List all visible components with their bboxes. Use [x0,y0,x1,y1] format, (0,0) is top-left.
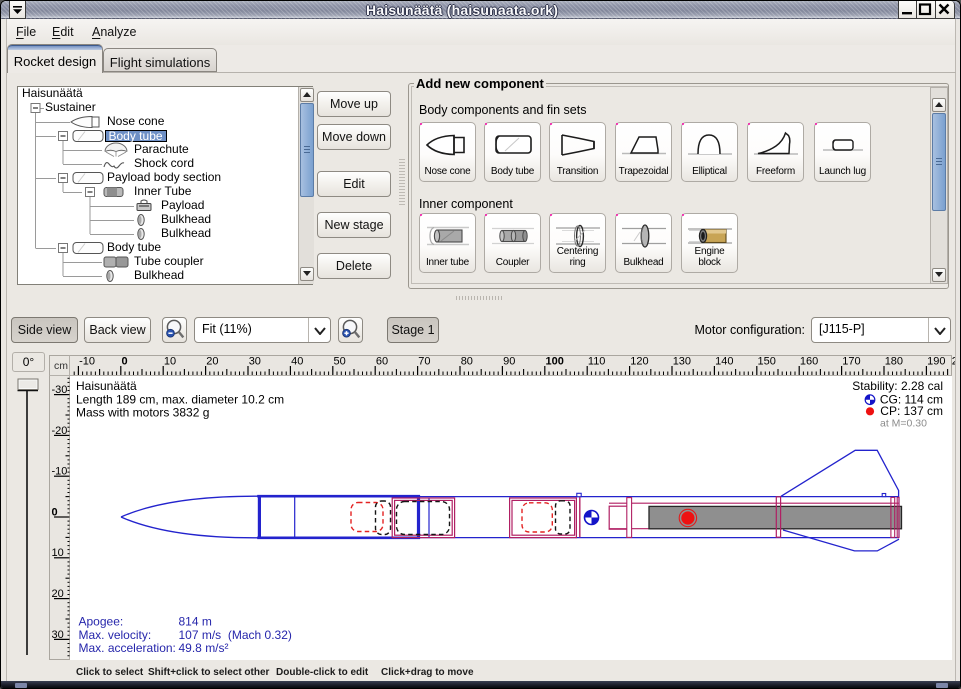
svg-text:814 m: 814 m [179,615,212,629]
svg-text:50: 50 [334,356,346,368]
svg-text:-10: -10 [79,356,95,368]
svg-text:CP: 137 cm: CP: 137 cm [880,404,943,418]
svg-text:30: 30 [52,629,64,641]
svg-text:0: 0 [52,506,58,518]
svg-text:30: 30 [249,356,261,368]
svg-text:Max. velocity:: Max. velocity: [79,628,152,642]
svg-text:Max. acceleration:: Max. acceleration: [79,641,176,655]
svg-text:20: 20 [52,588,64,600]
svg-text:10: 10 [52,547,64,559]
svg-text:0: 0 [122,356,128,368]
svg-text:120: 120 [630,356,648,368]
svg-text:Haisunäätä: Haisunäätä [76,379,137,393]
svg-text:-20: -20 [52,425,68,437]
svg-text:10: 10 [164,356,176,368]
svg-text:140: 140 [715,356,733,368]
svg-text:190: 190 [927,356,945,368]
svg-text:at M=0.30: at M=0.30 [880,418,927,430]
svg-text:Apogee:: Apogee: [79,615,124,629]
svg-text:150: 150 [758,356,776,368]
svg-text:170: 170 [842,356,860,368]
svg-text:70: 70 [418,356,430,368]
svg-text:100: 100 [546,356,564,368]
svg-text:90: 90 [503,356,515,368]
svg-text:cm: cm [54,360,68,372]
svg-text:Stability: 2.28 cal: Stability: 2.28 cal [852,379,943,393]
svg-text:107 m/s (Mach 0.32): 107 m/s (Mach 0.32) [179,628,292,642]
svg-text:180: 180 [885,356,903,368]
svg-text:Mass with motors 3832 g: Mass with motors 3832 g [76,406,209,420]
svg-text:110: 110 [588,356,606,368]
svg-text:130: 130 [673,356,691,368]
svg-text:-30: -30 [52,384,68,396]
svg-text:Length 189 cm, max. diameter 1: Length 189 cm, max. diameter 10.2 cm [76,393,284,407]
svg-text:-10: -10 [52,466,68,478]
svg-text:20: 20 [206,356,218,368]
svg-text:60: 60 [376,356,388,368]
svg-text:80: 80 [461,356,473,368]
svg-text:40: 40 [291,356,303,368]
svg-text:49.8 m/s²: 49.8 m/s² [179,641,229,655]
svg-text:160: 160 [800,356,818,368]
